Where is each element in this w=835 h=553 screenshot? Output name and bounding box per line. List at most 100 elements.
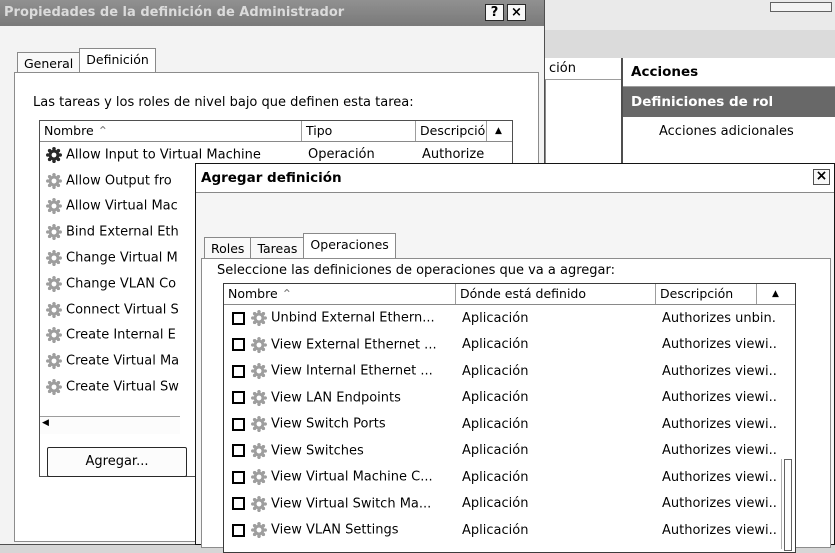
- operation-where: Aplicación: [462, 337, 529, 353]
- operation-checkbox[interactable]: [232, 497, 245, 511]
- operation-desc: Authorizes viewi...: [662, 443, 776, 459]
- back-close-button[interactable]: ×: [507, 4, 526, 21]
- operation-name: View Virtual Machine C...: [271, 469, 433, 485]
- operation-where: Aplicación: [462, 416, 529, 432]
- operation-checkbox[interactable]: [232, 364, 245, 378]
- operation-icon: [46, 353, 66, 370]
- operations-instruction-label: Seleccione las definiciones de operacion…: [217, 263, 615, 278]
- operation-row[interactable]: View Switch Ports Aplicación Authorizes vi…: [224, 411, 795, 438]
- operation-name: View LAN Endpoints: [271, 390, 401, 406]
- operation-icon: [251, 469, 271, 486]
- operation-row[interactable]: View Virtual Switch Ma... Aplicación Autho…: [224, 491, 795, 518]
- scroll-left-arrow-icon[interactable]: ◀: [42, 418, 49, 428]
- operation-icon: [46, 327, 66, 344]
- operation-icon: [46, 224, 66, 241]
- operations-vscrollbar[interactable]: [781, 459, 794, 551]
- col-header-description-partial[interactable]: ción: [545, 58, 621, 80]
- col-header-descripcion[interactable]: Descripció: [416, 121, 486, 141]
- operation-row[interactable]: View Switches Aplicación Authorizes viewi.…: [224, 438, 795, 465]
- operation-desc: Authorizes viewi...: [662, 363, 776, 379]
- operations-tab-panel: Seleccione las definiciones de operacion…: [201, 258, 831, 553]
- operations-list-rows: Unbind External Ethern... Aplicación Autho…: [224, 305, 795, 544]
- operation-name: View VLAN Settings: [271, 522, 399, 538]
- operation-where: Aplicación: [462, 496, 529, 512]
- operation-checkbox[interactable]: [232, 523, 245, 537]
- task-name: Create Virtual Ma: [66, 353, 180, 369]
- operation-desc: Authorizes viewi...: [662, 390, 776, 406]
- tasks-hscrollbar[interactable]: ◀: [40, 416, 180, 434]
- operation-icon: [251, 495, 271, 512]
- task-name: Connect Virtual S: [66, 302, 179, 318]
- operation-row[interactable]: View LAN Endpoints Aplicación Authorizes v…: [224, 385, 795, 412]
- operation-row[interactable]: Unbind External Ethern... Aplicación Autho…: [224, 305, 795, 332]
- task-name: Change Virtual M: [66, 250, 178, 266]
- task-name: Allow Virtual Mac: [66, 198, 178, 214]
- front-close-button[interactable]: ×: [813, 169, 830, 185]
- mmc-toolbar: [545, 0, 835, 30]
- actions-header: Acciones: [623, 58, 835, 87]
- operation-checkbox[interactable]: [232, 311, 245, 325]
- operations-listview[interactable]: Nombre ⌃ Dónde está definido Descripción…: [223, 283, 796, 553]
- operation-icon: [251, 389, 271, 406]
- col-header-tipo[interactable]: Tipo: [302, 121, 416, 141]
- operation-desc: Authorizes unbin...: [662, 310, 776, 326]
- operation-icon: [46, 275, 66, 292]
- add-button[interactable]: Agregar...: [47, 447, 187, 477]
- operation-where: Aplicación: [462, 443, 529, 459]
- back-window-title: Propiedades de la definición de Administ…: [4, 5, 345, 20]
- operation-icon: [46, 301, 66, 318]
- operation-icon: [251, 416, 271, 433]
- mmc-toolbar-button[interactable]: [770, 2, 832, 12]
- operation-name: View Switches: [271, 443, 364, 459]
- operation-icon: [251, 522, 271, 539]
- front-dialog-title: Agregar definición: [201, 170, 342, 186]
- add-definition-dialog: Agregar definición × Roles Tareas Operac…: [195, 163, 835, 553]
- operations-scroll-thumb[interactable]: [784, 459, 792, 551]
- operation-icon: [251, 442, 271, 459]
- operation-icon: [46, 379, 66, 396]
- back-window-titlebar[interactable]: Propiedades de la definición de Administ…: [0, 0, 544, 26]
- operation-icon: [46, 250, 66, 267]
- front-tab-strip: Roles Tareas Operaciones: [204, 232, 396, 261]
- operation-name: View Switch Ports: [271, 416, 386, 432]
- operation-where: Aplicación: [462, 522, 529, 538]
- actions-section-role-definitions[interactable]: Definiciones de rol: [623, 87, 835, 117]
- operation-checkbox[interactable]: [232, 444, 245, 458]
- task-name: Create Internal E: [66, 327, 176, 343]
- task-name: Change VLAN Co: [66, 276, 177, 292]
- col-header-op-descripcion[interactable]: Descripción: [656, 284, 756, 304]
- front-dialog-titlebar[interactable]: Agregar definición ×: [196, 164, 834, 193]
- col-header-donde[interactable]: Dónde está definido: [456, 284, 656, 304]
- tab-tareas[interactable]: Tareas: [250, 237, 305, 260]
- task-name: Bind External Eth: [66, 224, 179, 240]
- operation-where: Aplicación: [462, 363, 529, 379]
- operation-desc: Authorizes viewi...: [662, 416, 776, 432]
- back-tab-strip: General Definición: [17, 47, 156, 76]
- operation-row[interactable]: View VLAN Settings Aplicación Authorizes v…: [224, 517, 795, 544]
- operation-row[interactable]: View External Ethernet ... Aplicación Auth…: [224, 332, 795, 359]
- operation-checkbox[interactable]: [232, 470, 245, 484]
- task-name: Allow Output fro: [66, 173, 172, 189]
- operation-desc: Authorizes viewi...: [662, 337, 776, 353]
- tasks-description-label: Las tareas y los roles de nivel bajo que…: [33, 95, 414, 110]
- tab-roles[interactable]: Roles: [204, 237, 252, 260]
- operation-checkbox[interactable]: [232, 417, 245, 431]
- ops-scroll-up-arrow-icon[interactable]: ▲: [756, 284, 794, 304]
- operation-name: View Virtual Switch Ma...: [271, 496, 432, 512]
- col-header-op-nombre[interactable]: Nombre ⌃: [224, 284, 456, 304]
- operation-name: Unbind External Ethern...: [271, 310, 435, 326]
- scroll-up-arrow-icon[interactable]: ▲: [486, 121, 510, 141]
- task-desc: Authorize: [422, 147, 485, 163]
- help-button[interactable]: ?: [485, 4, 504, 21]
- operation-where: Aplicación: [462, 390, 529, 406]
- more-actions-item[interactable]: Acciones adicionales: [623, 117, 835, 147]
- operation-row[interactable]: View Virtual Machine C... Aplicación Autho…: [224, 464, 795, 491]
- operation-name: View External Ethernet ...: [271, 337, 437, 353]
- col-header-nombre[interactable]: Nombre ⌃: [40, 121, 302, 141]
- tab-operaciones[interactable]: Operaciones: [303, 233, 396, 261]
- operation-desc: Authorizes viewi...: [662, 469, 776, 485]
- operation-name: View Internal Ethernet ...: [271, 363, 433, 379]
- operation-checkbox[interactable]: [232, 338, 245, 352]
- operation-row[interactable]: View Internal Ethernet ... Aplicación Auth…: [224, 358, 795, 385]
- operation-checkbox[interactable]: [232, 391, 245, 405]
